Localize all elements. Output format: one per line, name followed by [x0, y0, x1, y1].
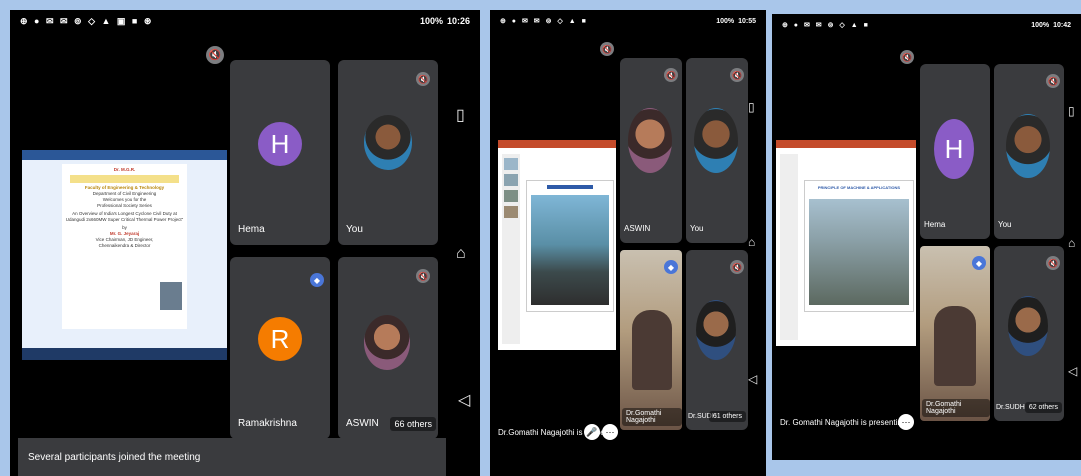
participant-tile-you[interactable]: 🔇 You [994, 64, 1064, 239]
phone-screen-2: ⊕ ● ✉ ✉ ⊚ ◇ ▲ ■ 100% 10:55 🔇 🔇 ASWIN 🔇 Y… [490, 10, 766, 476]
mic-off-icon: 🔇 [730, 260, 744, 274]
slide-topic: An Overview of India's Longest Cyclone C… [65, 211, 184, 222]
participant-tile-sudh[interactable]: 🔇 Dr.SUDH 61 others [686, 250, 748, 430]
home-button[interactable]: ⌂ [748, 235, 755, 249]
phone-screen-1: ⊕ ● ✉ ✉ ⊚ ◇ ▲ ▣ ■ ⊛ 100% 10:26 🔇 Dr. M.G… [10, 10, 480, 476]
mic-off-icon: 🔇 [416, 269, 430, 283]
mic-off-icon: 🔇 [416, 72, 430, 86]
home-button[interactable]: ⌂ [1068, 236, 1075, 250]
notification-icons: ⊕ ● ✉ ✉ ⊚ ◇ ▲ ■ [500, 18, 588, 25]
mic-off-icon: 🔇 [1046, 74, 1060, 88]
participant-tile-ramakrishna[interactable]: ◆ R Ramakrishna [230, 257, 330, 439]
participant-name: ASWIN [346, 418, 379, 429]
avatar: H [258, 122, 302, 166]
speaker-photo [160, 282, 182, 310]
speaking-indicator-icon: ◆ [310, 273, 324, 287]
status-bar: ⊕ ● ✉ ✉ ⊚ ◇ ▲ ■ 100% 10:55 [490, 10, 766, 32]
participant-tile-you[interactable]: 🔇 You [338, 60, 438, 245]
shared-presentation[interactable] [498, 140, 616, 350]
mic-button[interactable]: 🎤 [584, 424, 600, 440]
participant-name: Hema [238, 224, 265, 235]
more-options-button[interactable]: ⋯ [602, 424, 618, 440]
avatar-photo [694, 108, 738, 173]
mic-off-icon: 🔇 [600, 42, 614, 56]
back-button[interactable]: ◁ [458, 390, 470, 410]
slide-title: PRINCIPLE OF MACHINE & APPLICATIONS [817, 185, 901, 190]
status-bar: ⊕ ● ✉ ✉ ⊚ ◇ ▲ ■ 100% 10:42 [772, 14, 1081, 36]
back-button[interactable]: ◁ [1068, 364, 1077, 378]
battery-level: 100% [419, 16, 443, 26]
clock: 10:42 [1053, 21, 1071, 29]
participant-name: Ramakrishna [238, 418, 297, 429]
battery-level: 100% [1031, 21, 1050, 29]
clock: 10:26 [446, 16, 470, 26]
participant-tile-hema[interactable]: H Hema [920, 64, 990, 239]
recent-apps-button[interactable]: ▯ [456, 105, 465, 125]
participant-tile-aswin[interactable]: 🔇 ASWIN [620, 58, 682, 243]
participant-name: You [346, 224, 363, 235]
shared-presentation[interactable]: PRINCIPLE OF MACHINE & APPLICATIONS [776, 140, 916, 346]
more-options-button[interactable]: ⋯ [898, 414, 914, 430]
status-bar: ⊕ ● ✉ ✉ ⊚ ◇ ▲ ▣ ■ ⊛ 100% 10:26 [10, 10, 480, 32]
notification-banner: Several participants joined the meeting [18, 438, 446, 476]
mic-off-icon: 🔇 [730, 68, 744, 82]
avatar-photo [1008, 296, 1048, 356]
avatar-photo [364, 315, 410, 370]
home-button[interactable]: ⌂ [456, 245, 466, 263]
mic-off-icon: 🔇 [664, 68, 678, 82]
slide-college: Dr. M.G.R. [113, 167, 136, 172]
participant-name: You [690, 224, 704, 233]
recent-apps-button[interactable]: ▯ [748, 100, 755, 114]
participant-name: ASWIN [624, 224, 651, 233]
avatar-photo [628, 108, 672, 173]
participant-tile-aswin[interactable]: 🔇 ASWIN 66 others [338, 257, 438, 439]
participant-video [632, 310, 672, 390]
mic-off-icon: 🔇 [900, 50, 914, 64]
mic-off-icon: 🔇 [1046, 256, 1060, 270]
shared-presentation[interactable]: Dr. M.G.R. Faculty of Engineering & Tech… [22, 150, 227, 360]
slide-program: Professional Society Series [97, 203, 152, 208]
avatar-photo [364, 115, 412, 170]
participant-name: Dr.Gomathi Nagajothi [922, 399, 990, 417]
participant-name: Hema [924, 220, 946, 229]
participant-tile-you[interactable]: 🔇 You [686, 58, 748, 243]
speaking-indicator-icon: ◆ [664, 260, 678, 274]
notification-icons: ⊕ ● ✉ ✉ ⊚ ◇ ▲ ■ [782, 22, 870, 29]
participant-tile-sudh[interactable]: 🔇 Dr.SUDH 62 others [994, 246, 1064, 421]
participant-name: Dr.SUDH [996, 404, 1025, 411]
notification-icons: ⊕ ● ✉ ✉ ⊚ ◇ ▲ ▣ ■ ⊛ [20, 15, 154, 26]
speaking-indicator-icon: ◆ [972, 256, 986, 270]
avatar: H [934, 119, 974, 179]
banner-text: Several participants joined the meeting [28, 451, 201, 463]
others-count[interactable]: 61 others [708, 411, 746, 422]
avatar: R [258, 317, 302, 361]
participant-tile-gomathi[interactable]: ◆ Dr.Gomathi Nagajothi [620, 250, 682, 430]
participant-name: You [998, 220, 1012, 229]
clock: 10:55 [738, 17, 756, 25]
participant-video [934, 306, 976, 386]
back-button[interactable]: ◁ [748, 372, 757, 386]
participant-tile-gomathi[interactable]: ◆ Dr.Gomathi Nagajothi [920, 246, 990, 421]
participant-tile-hema[interactable]: H Hema [230, 60, 330, 245]
battery-level: 100% [716, 17, 735, 25]
participant-name: Dr.Gomathi Nagajothi [622, 408, 682, 426]
avatar-photo [1006, 114, 1050, 178]
mic-off-icon: 🔇 [206, 46, 224, 64]
others-count[interactable]: 62 others [1024, 402, 1062, 413]
avatar-photo [696, 300, 736, 360]
presenting-caption: Dr. Gomathi Nagajothi is presenting [780, 418, 907, 427]
recent-apps-button[interactable]: ▯ [1068, 104, 1075, 118]
phone-screen-3: ⊕ ● ✉ ✉ ⊚ ◇ ▲ ■ 100% 10:42 🔇 PRINCIPLE O… [772, 14, 1081, 460]
others-count[interactable]: 66 others [390, 417, 436, 431]
slide-role2: Chennaikendra & Director [98, 243, 151, 248]
